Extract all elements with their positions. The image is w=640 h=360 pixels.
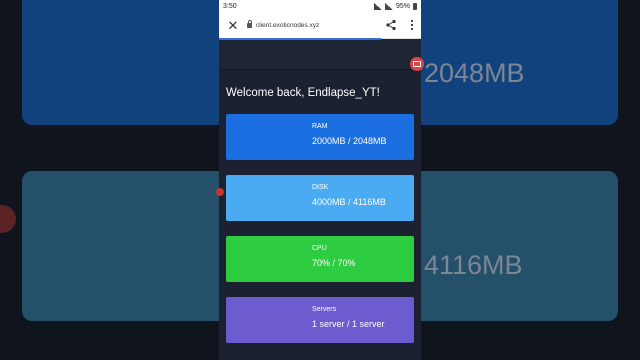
- welcome-heading: Welcome back, Endlapse_YT!: [226, 87, 380, 99]
- close-icon[interactable]: ✕: [225, 19, 241, 32]
- battery-percent: 95%: [395, 2, 410, 10]
- servers-value: 1 server / 1 server: [312, 319, 385, 329]
- browser-toolbar: ✕ client.exoticnodes.xyz: [219, 12, 421, 40]
- share-icon[interactable]: [385, 19, 397, 31]
- site-header: [219, 39, 421, 70]
- background-dot: [0, 205, 16, 233]
- ram-value: 2000MB / 2048MB: [312, 136, 387, 146]
- signal-icon: [373, 2, 382, 10]
- disk-value: 4000MB / 4116MB: [312, 197, 386, 207]
- phone-screen: 3:50 95% ✕ client.exoticnodes.xyz Welcom…: [219, 0, 421, 360]
- url-text[interactable]: client.exoticnodes.xyz: [256, 22, 385, 29]
- servers-label: Servers: [312, 306, 337, 313]
- recording-dot: [216, 188, 224, 196]
- screen: 2048MB 4116MB 3:50 95% ✕ client.exoticno…: [0, 0, 640, 360]
- signal-icon: [384, 2, 393, 10]
- disk-label: DISK: [312, 184, 329, 191]
- status-time: 3:50: [223, 2, 237, 10]
- cpu-value: 70% / 70%: [312, 258, 356, 268]
- ram-card: RAM 2000MB / 2048MB: [226, 114, 414, 160]
- ram-label: RAM: [312, 123, 328, 130]
- battery-icon: [413, 2, 417, 10]
- page-load-progress: [219, 38, 381, 40]
- background-ram-text: 2048MB: [424, 58, 525, 88]
- status-bar: 3:50 95%: [219, 0, 421, 12]
- more-vert-icon[interactable]: [409, 19, 415, 31]
- cpu-label: CPU: [312, 245, 327, 252]
- status-icons: 95%: [373, 2, 417, 10]
- background-disk-text: 4116MB: [424, 250, 523, 280]
- servers-card: Servers 1 server / 1 server: [226, 297, 414, 343]
- cpu-card: CPU 70% / 70%: [226, 236, 414, 282]
- camera-icon[interactable]: [410, 57, 424, 71]
- lock-icon: [247, 19, 252, 28]
- dashboard-content: Welcome back, Endlapse_YT! RAM 2000MB / …: [219, 87, 421, 343]
- disk-card: DISK 4000MB / 4116MB: [226, 175, 414, 221]
